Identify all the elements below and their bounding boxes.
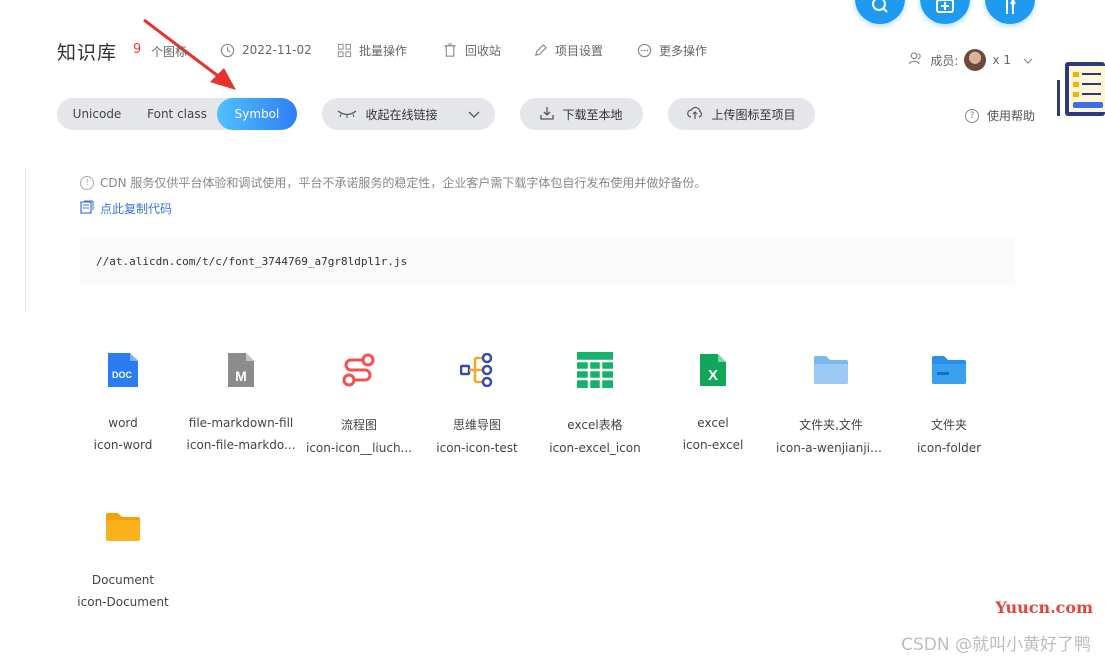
members-dropdown[interactable]: 成员: x 1 <box>908 49 1033 71</box>
add-fab-button[interactable] <box>920 0 970 24</box>
members-label: 成员: <box>930 53 959 68</box>
collapse-online-link-button[interactable]: 收起在线链接 <box>322 98 495 130</box>
download-label: 下载至本地 <box>562 107 623 122</box>
icon-name: excel <box>697 416 729 430</box>
clock-icon <box>219 42 235 58</box>
icon-name: 文件夹 <box>930 418 967 432</box>
question-icon: ? <box>964 108 979 123</box>
svg-text:X: X <box>708 367 718 384</box>
search-icon <box>871 0 889 18</box>
recycle-bin-button[interactable]: 回收站 <box>442 42 501 59</box>
download-local-button[interactable]: 下载至本地 <box>520 98 643 130</box>
members-icon <box>908 51 924 69</box>
icon-card-document[interactable]: Document icon-Document <box>64 507 182 609</box>
icon-card-flowchart[interactable]: 流程图 icon-icon__liuch... <box>300 350 418 455</box>
tab-font-class[interactable]: Font class <box>137 98 217 130</box>
icon-card-mindmap[interactable]: 思维导图 icon-icon-test <box>418 350 536 455</box>
icon-count: 9 <box>133 42 142 57</box>
code-type-tabs: Unicode Font class Symbol <box>57 98 297 130</box>
excel-table-icon <box>575 350 615 390</box>
cdn-url: //at.alicdn.com/t/c/font_3744769_a7gr8ld… <box>96 254 408 268</box>
csdn-watermark: CSDN @就叫小黄好了鸭 <box>901 635 1091 655</box>
cdn-url-code-box[interactable]: //at.alicdn.com/t/c/font_3744769_a7gr8ld… <box>80 238 1015 284</box>
icon-name: file-markdown-fill <box>188 416 294 430</box>
trash-icon <box>442 43 458 59</box>
copy-icon <box>80 200 94 217</box>
cloud-upload-icon <box>687 106 703 123</box>
download-icon <box>540 106 555 123</box>
icon-name: 文件夹,文件 <box>799 418 863 432</box>
upload-to-project-button[interactable]: 上传图标至项目 <box>668 98 815 130</box>
cdn-notice: ! CDN 服务仅供平台体验和调试使用，平台不承诺服务的稳定性，企业客户需下载字… <box>80 174 706 191</box>
icon-name: excel表格 <box>567 418 623 432</box>
icon-code: icon-file-markdo... <box>186 438 296 452</box>
svg-text:DOC: DOC <box>112 370 133 380</box>
more-ops-button[interactable]: 更多操作 <box>636 42 707 59</box>
collapse-link-label: 收起在线链接 <box>365 107 438 122</box>
icon-name: 流程图 <box>340 418 377 432</box>
chevron-down-icon <box>1023 53 1033 67</box>
pencil-icon <box>532 43 548 59</box>
icon-card-excel[interactable]: X excel icon-excel <box>654 350 772 452</box>
icon-name: Document <box>91 573 155 587</box>
date-text: 2022-11-02 <box>242 43 312 57</box>
icon-code: icon-a-wenjianjia... <box>776 441 889 455</box>
excel-icon: X <box>693 350 733 390</box>
icon-code: icon-folder <box>916 441 982 455</box>
search-fab-button[interactable] <box>855 0 905 24</box>
icon-card-word[interactable]: DOC word icon-word <box>64 350 182 452</box>
icon-name: word <box>108 416 138 430</box>
batch-ops-button[interactable]: 批量操作 <box>336 42 407 59</box>
more-ops-label: 更多操作 <box>659 44 708 58</box>
upload-label: 上传图标至项目 <box>711 107 796 122</box>
sort-fab-button[interactable] <box>985 0 1035 24</box>
add-icon <box>935 0 955 18</box>
icon-code: icon-icon-test <box>436 441 518 455</box>
folder-light-icon <box>811 350 851 390</box>
eye-closed-icon <box>337 107 357 121</box>
avatar <box>964 49 987 71</box>
more-dots-icon <box>636 43 652 59</box>
recycle-label: 回收站 <box>465 44 502 58</box>
info-icon: ! <box>80 175 94 190</box>
grid-icon <box>336 43 352 59</box>
icon-code: icon-word <box>93 438 153 452</box>
members-count: x 1 <box>992 53 1011 67</box>
icon-card-folder-file[interactable]: 文件夹,文件 icon-a-wenjianjia... <box>772 350 890 455</box>
markdown-file-icon: M <box>221 350 261 390</box>
folder-icon <box>929 350 969 390</box>
divider <box>25 168 26 312</box>
chevron-down-icon <box>468 107 480 121</box>
help-label: 使用帮助 <box>986 109 1035 123</box>
icon-code: icon-Document <box>77 595 169 609</box>
icon-card-markdown[interactable]: M file-markdown-fill icon-file-markdo... <box>182 350 300 452</box>
project-settings-button[interactable]: 项目设置 <box>532 42 603 59</box>
icon-code: icon-excel_icon <box>549 441 641 455</box>
mindmap-icon <box>457 350 497 390</box>
site-watermark: Yuucn.com <box>995 598 1093 617</box>
icon-card-excel-table[interactable]: excel表格 icon-excel_icon <box>536 350 654 455</box>
icon-count-suffix: 个图标 <box>151 45 188 59</box>
tab-symbol[interactable]: Symbol <box>217 98 297 130</box>
doc-icon: DOC <box>103 350 143 390</box>
icon-code: icon-icon__liuch... <box>305 441 412 455</box>
copy-code-label: 点此复制代码 <box>100 202 173 216</box>
copy-code-link[interactable]: 点此复制代码 <box>80 200 172 217</box>
svg-text:M: M <box>235 368 247 384</box>
icon-card-folder[interactable]: 文件夹 icon-folder <box>890 350 1008 455</box>
help-link[interactable]: ? 使用帮助 <box>964 107 1035 124</box>
icon-code: icon-excel <box>682 438 744 452</box>
document-folder-icon <box>103 507 143 547</box>
project-settings-label: 项目设置 <box>555 44 604 58</box>
batch-ops-label: 批量操作 <box>359 44 408 58</box>
flowchart-icon <box>339 350 379 390</box>
tab-unicode[interactable]: Unicode <box>57 98 137 130</box>
created-date: 2022-11-02 <box>219 42 312 58</box>
project-title: 知识库 <box>57 42 118 64</box>
cdn-notice-text: CDN 服务仅供平台体验和调试使用，平台不承诺服务的稳定性，企业客户需下载字体包… <box>100 176 707 190</box>
sort-icon <box>1001 0 1019 18</box>
clipboard-illustration-icon <box>1057 62 1105 116</box>
icon-name: 思维导图 <box>452 418 501 432</box>
